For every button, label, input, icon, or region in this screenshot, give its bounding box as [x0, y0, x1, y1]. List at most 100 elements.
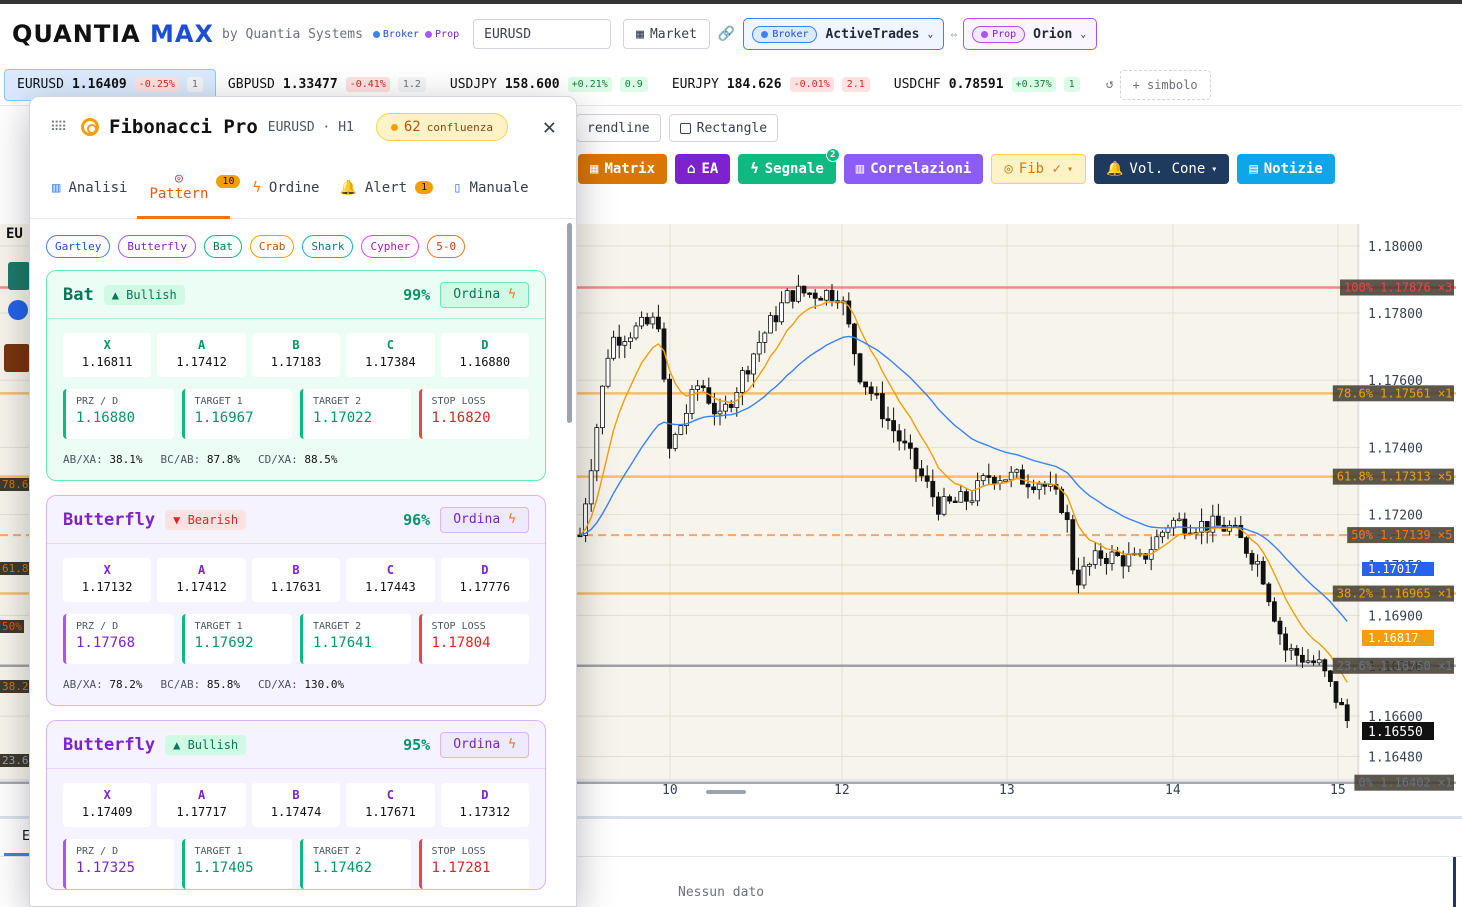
logo: QUANTIA MAX	[12, 20, 215, 48]
point-a: A 1.17717	[157, 783, 246, 827]
point-x: X 1.17409	[63, 783, 152, 827]
candle-body	[874, 393, 880, 396]
candle-body	[779, 302, 784, 323]
market-button[interactable]: ▦ Market	[623, 19, 710, 49]
filter-gartley[interactable]: Gartley	[46, 235, 111, 258]
price-tick-label: 1.17400	[1368, 441, 1423, 456]
candle-body	[1115, 551, 1120, 557]
drawing-tools: rendline Rectangle	[576, 114, 779, 142]
point-a: A 1.17412	[157, 333, 246, 377]
fib-button[interactable]: ◎ Fib ✓ ▾	[991, 154, 1086, 184]
price-tick-label: 1.16480	[1368, 750, 1423, 765]
filter-crab[interactable]: Crab	[249, 235, 295, 258]
filter-cypher[interactable]: Cypher	[361, 235, 420, 258]
candle-body	[1008, 471, 1014, 481]
symbol-input[interactable]	[473, 19, 612, 49]
point-c: C 1.17384	[346, 333, 435, 377]
candle-body	[717, 410, 723, 415]
tab-alert[interactable]: 🔔 Alert 1	[329, 157, 443, 219]
pattern-card: Butterfly ▲ Bullish 95% Ordina ϟ X 1.17409…	[46, 720, 546, 890]
bolt-icon: ϟ	[508, 287, 516, 302]
grid-icon: ▦	[590, 161, 599, 177]
pattern-card-header: Bat ▲ Bullish 99% Ordina ϟ	[47, 271, 545, 319]
chevron-down-icon: ▾	[1211, 163, 1218, 175]
vol-cone-button[interactable]: 🔔 Vol. Cone ▾	[1093, 154, 1230, 184]
matrix-button[interactable]: ▦ Matrix	[578, 154, 668, 184]
candle-body	[986, 475, 992, 478]
pattern-card-header: Butterfly ▲ Bullish 95% Ordina ϟ	[47, 721, 545, 769]
prop-mini-badge: Prop	[425, 29, 459, 40]
filter-shark[interactable]: Shark	[302, 235, 354, 258]
fibonacci-pro-panel: ⠿⠿ Fibonacci Pro EURUSD · H1 62 confluen…	[29, 96, 577, 907]
filter-5-0[interactable]: 5-0	[427, 235, 466, 258]
level-prz: PRZ / D 1.16880	[63, 389, 174, 439]
panel-scrollbar[interactable]	[567, 223, 572, 423]
time-tick-label: 13	[999, 783, 1015, 794]
order-button[interactable]: Ordina ϟ	[440, 281, 529, 308]
candle-body	[728, 403, 734, 408]
candle-body	[1260, 560, 1266, 585]
ticker-usdchf[interactable]: USDCHF 0.78591 +0.37% 1	[882, 69, 1092, 101]
candle-body	[773, 315, 779, 323]
notizie-button[interactable]: ▤ Notizie	[1237, 154, 1335, 184]
level-prz: PRZ / D 1.17768	[63, 614, 174, 664]
left-tool-button[interactable]	[8, 262, 30, 290]
segnale-button[interactable]: ϟ Segnale 2	[738, 148, 840, 184]
tab-pattern[interactable]: ◎ Pattern 10	[137, 157, 241, 219]
close-icon[interactable]: ✕	[543, 115, 556, 140]
candle-body	[913, 447, 919, 470]
left-alert-button[interactable]	[4, 344, 30, 372]
filter-bat[interactable]: Bat	[203, 235, 242, 258]
trendline-tool-button[interactable]: rendline	[576, 114, 661, 142]
candle-body	[1266, 583, 1272, 603]
tab-ordine[interactable]: ϟ Ordine	[242, 157, 329, 219]
point-x: X 1.17132	[63, 558, 152, 602]
ea-button[interactable]: ⌂ EA	[675, 154, 731, 184]
link-icon[interactable]: 🔗	[718, 26, 735, 42]
bolt-icon: ϟ	[508, 737, 516, 752]
candle-body	[723, 403, 728, 412]
candle-body	[1087, 563, 1092, 567]
level-prz: PRZ / D 1.17325	[63, 839, 174, 889]
correlazioni-button[interactable]: ▥ Correlazioni	[843, 154, 984, 184]
candle-body	[594, 427, 600, 472]
point-b: B 1.17183	[251, 333, 341, 377]
ticker-eurjpy[interactable]: EURJPY 184.626 -0.01% 2.1	[660, 69, 882, 101]
candle-body	[790, 290, 796, 302]
pattern-filters: Gartley Butterfly Bat Crab Shark Cypher …	[30, 219, 576, 270]
candle-body	[1249, 552, 1255, 565]
panel-header[interactable]: ⠿⠿ Fibonacci Pro EURUSD · H1 62 confluen…	[30, 97, 576, 157]
swap-icon[interactable]: ⇔	[950, 28, 957, 41]
candle-body	[1020, 469, 1025, 485]
broker-account-select[interactable]: Broker ActiveTrades ⌄	[743, 18, 945, 50]
rectangle-tool-button[interactable]: Rectangle	[668, 114, 779, 142]
chart-scroll-handle[interactable]	[706, 790, 746, 794]
candle-body	[1311, 660, 1316, 664]
filter-butterfly[interactable]: Butterfly	[118, 235, 196, 258]
direction-badge: ▼ Bearish	[165, 509, 247, 530]
candle-body	[891, 420, 896, 432]
refresh-icon[interactable]: ↺	[1106, 77, 1114, 92]
candle-body	[633, 325, 639, 339]
candle-body	[908, 442, 913, 449]
order-button[interactable]: Ordina ϟ	[440, 731, 529, 758]
candle-body	[1081, 565, 1087, 586]
left-avatar[interactable]	[8, 300, 28, 320]
pattern-score: 95%	[403, 735, 431, 754]
rectangle-icon	[679, 122, 691, 134]
drag-handle-icon[interactable]: ⠿⠿	[50, 120, 67, 135]
candle-body	[672, 434, 678, 449]
candle-body	[1104, 557, 1109, 564]
bottom-scrollbar[interactable]	[1453, 857, 1456, 907]
pattern-points: X 1.17409 A 1.17717 B 1.17474 C 1.17671 D 1.1…	[47, 769, 545, 827]
price-tick-label: 1.17200	[1368, 509, 1423, 524]
order-button[interactable]: Ordina ϟ	[440, 506, 529, 533]
level-target-1: TARGET 1 1.17692	[181, 614, 292, 664]
prop-account-select[interactable]: Prop Orion ⌄	[963, 18, 1098, 50]
tab-analisi[interactable]: ▥ Analisi	[42, 157, 137, 219]
news-icon: ▤	[1249, 161, 1258, 177]
tab-manuale[interactable]: ▯ Manuale	[443, 157, 538, 219]
candle-body	[756, 341, 762, 355]
add-symbol-button[interactable]: + simbolo	[1119, 69, 1211, 100]
candle-body	[628, 337, 633, 342]
